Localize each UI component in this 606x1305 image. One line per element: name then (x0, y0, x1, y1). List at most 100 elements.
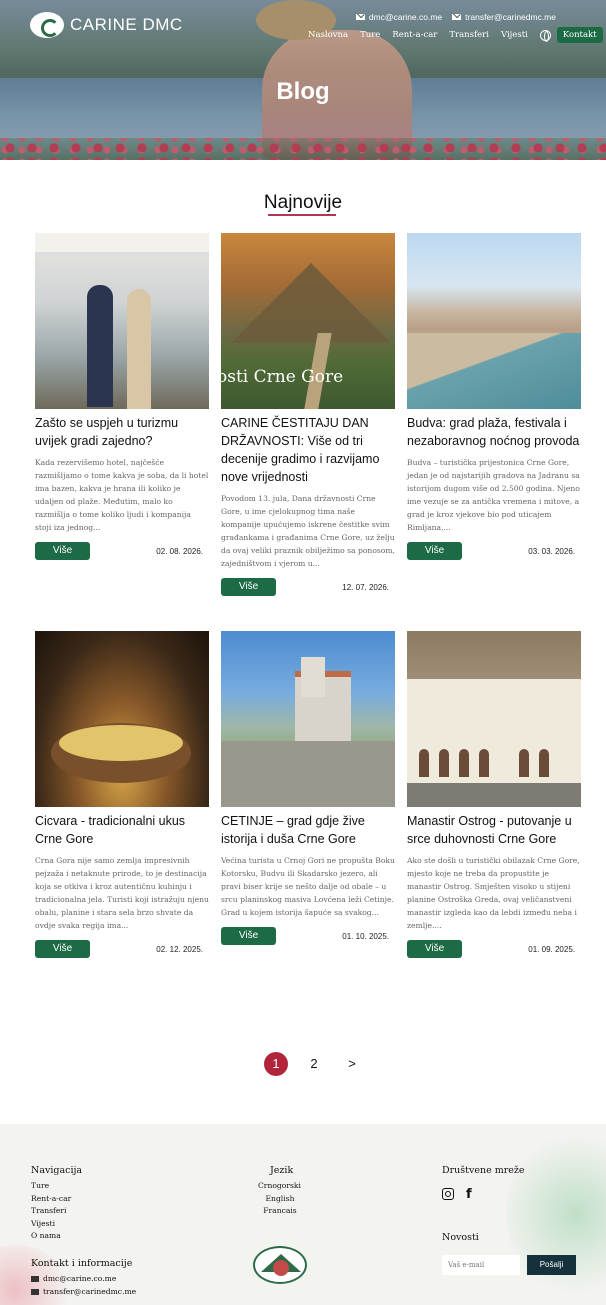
footer-link-vijesti[interactable]: Vijesti (31, 1218, 71, 1231)
nav-rent-a-car[interactable]: Rent-a-car (392, 30, 437, 40)
read-more-button[interactable]: Više (35, 542, 90, 560)
page-2-button[interactable]: 2 (302, 1053, 326, 1075)
blog-card: Zašto se uspjeh u turizmu uvijek gradi z… (35, 233, 209, 560)
lang-crnogorski[interactable]: Crnogorski (258, 1180, 301, 1193)
header-email-dmc[interactable]: dmc@carine.co.me (355, 12, 443, 22)
nav-naslovna[interactable]: Naslovna (308, 30, 348, 40)
main-nav: Naslovna Ture Rent-a-car Transferi Vijes… (308, 27, 603, 43)
blog-card-title[interactable]: Cicvara - tradicionalni ukus Crne Gore (35, 812, 209, 848)
blog-card-title[interactable]: Budva: grad plaža, festivala i nezaborav… (407, 414, 581, 450)
blog-card: Budva: grad plaža, festivala i nezaborav… (407, 233, 581, 560)
blog-card: CETINJE – grad gdje žive istorija i duša… (221, 631, 395, 945)
blog-card-title[interactable]: Manastir Ostrog - putovanje u srce duhov… (407, 812, 581, 848)
image-wall (221, 741, 395, 807)
image-arch (539, 749, 549, 777)
read-more-button[interactable]: Više (407, 940, 462, 958)
blog-card-footer: Više 01. 09. 2025. (407, 940, 581, 958)
globe-icon[interactable] (539, 29, 551, 42)
mail-icon (31, 1288, 39, 1295)
section-title-underline (268, 214, 336, 216)
blog-card-date: 01. 09. 2025. (528, 944, 575, 954)
blog-card-date: 02. 12. 2025. (156, 944, 203, 954)
image-beach (407, 333, 581, 409)
blog-card-excerpt: Budva – turistička prijestonica Crne Gor… (407, 458, 580, 532)
footer-nav-links: Ture Rent-a-car Transferi Vijesti O nama (31, 1180, 71, 1243)
image-arch (459, 749, 469, 777)
nav-transferi[interactable]: Transferi (449, 30, 489, 40)
blog-card-footer: Više 03. 03. 2026. (407, 542, 581, 560)
image-arch (519, 749, 529, 777)
footer-link-transferi[interactable]: Transferi (31, 1205, 71, 1218)
blog-card-image[interactable] (35, 233, 209, 409)
footer-email-transfer[interactable]: transfer@carinedmc.me (31, 1287, 136, 1296)
newsletter-email-input[interactable] (442, 1255, 520, 1275)
footer-link-ture[interactable]: Ture (31, 1180, 71, 1193)
read-more-button[interactable]: Više (35, 940, 90, 958)
blog-card-title[interactable]: CARINE ČESTITAJU DAN DRŽAVNOSTI: Više od… (221, 414, 395, 486)
mail-icon (355, 14, 365, 20)
image-ground (407, 783, 581, 807)
blog-card-date: 02. 08. 2026. (156, 546, 203, 556)
facebook-icon[interactable]: f (466, 1188, 472, 1201)
lang-english[interactable]: English (262, 1193, 298, 1206)
nav-ture[interactable]: Ture (360, 30, 380, 40)
blog-card-footer: Više 02. 08. 2026. (35, 542, 209, 560)
blog-card-title[interactable]: CETINJE – grad gdje žive istorija i duša… (221, 812, 395, 848)
image-woman (127, 289, 151, 409)
lang-francais[interactable]: Francais (262, 1205, 298, 1218)
image-arch (479, 749, 489, 777)
hero-banner: CARINE DMC dmc@carine.co.me transfer@car… (0, 0, 606, 160)
header-email-text: transfer@carinedmc.me (465, 12, 556, 22)
blog-card-footer: Više 12. 07. 2026. (221, 578, 395, 596)
read-more-button[interactable]: Više (221, 927, 276, 945)
blog-card-title[interactable]: Zašto se uspjeh u turizmu uvijek gradi z… (35, 414, 209, 450)
blog-card-date: 01. 10. 2025. (342, 931, 389, 941)
pagination: 1 2 > (264, 1052, 364, 1076)
instagram-icon[interactable] (442, 1188, 454, 1200)
mail-icon (31, 1275, 39, 1282)
blog-card-date: 03. 03. 2026. (528, 546, 575, 556)
blog-card-excerpt: Većina turista u Crnoj Gori ne propušta … (221, 856, 395, 917)
footer-link-rent-a-car[interactable]: Rent-a-car (31, 1193, 71, 1206)
blog-card-image[interactable] (35, 631, 209, 807)
mail-icon (452, 14, 462, 20)
blog-card-excerpt: Ako ste došli u turistički obilazak Crne… (407, 856, 580, 930)
blog-card: Cicvara - tradicionalni ukus Crne Gore C… (35, 631, 209, 958)
footer-nav-title: Navigacija (31, 1165, 83, 1176)
image-food (59, 725, 183, 761)
header-contacts: dmc@carine.co.me transfer@carinedmc.me (355, 12, 556, 22)
image-tower (301, 657, 325, 697)
logo-icon (30, 12, 64, 38)
page-title: Blog (276, 78, 330, 105)
nav-vijesti[interactable]: Vijesti (501, 30, 528, 40)
blog-card: osti Crne Gore CARINE ČESTITAJU DAN DRŽA… (221, 233, 395, 596)
social-links: f (442, 1188, 472, 1201)
image-overlay-text: osti Crne Gore (221, 367, 344, 387)
image-roof (35, 233, 209, 255)
blog-card-image[interactable] (407, 233, 581, 409)
blog-card-excerpt: Crna Gora nije samo zemlja impresivnih p… (35, 856, 209, 930)
footer-logo[interactable] (253, 1246, 307, 1284)
site-logo[interactable]: CARINE DMC (30, 12, 183, 38)
read-more-button[interactable]: Više (407, 542, 462, 560)
section-title: Najnovije (263, 192, 343, 213)
blog-card-image[interactable] (221, 631, 395, 807)
header-email-text: dmc@carine.co.me (368, 12, 443, 22)
read-more-button[interactable]: Više (221, 578, 276, 596)
footer-email-text: dmc@carine.co.me (43, 1274, 117, 1283)
blog-card-excerpt: Kada rezervišemo hotel, najčešće razmišl… (35, 458, 209, 532)
image-arch (439, 749, 449, 777)
next-page-button[interactable]: > (340, 1053, 364, 1075)
blog-card-image[interactable] (407, 631, 581, 807)
page-1-button[interactable]: 1 (264, 1052, 288, 1076)
image-monastery (407, 679, 581, 783)
blog-card-image[interactable]: osti Crne Gore (221, 233, 395, 409)
header-email-transfer[interactable]: transfer@carinedmc.me (452, 12, 556, 22)
footer-link-o-nama[interactable]: O nama (31, 1230, 71, 1243)
blog-card-excerpt: Povodom 13. jula, Dana državnosti Crne G… (221, 494, 395, 568)
newsletter-submit-button[interactable]: Pošalji (527, 1255, 576, 1275)
footer-email-dmc[interactable]: dmc@carine.co.me (31, 1274, 116, 1283)
kontakt-button[interactable]: Kontakt (556, 27, 603, 43)
footer-contact-title: Kontakt i informacije (31, 1258, 133, 1269)
footer-social-title: Društvene mreže (442, 1165, 525, 1176)
